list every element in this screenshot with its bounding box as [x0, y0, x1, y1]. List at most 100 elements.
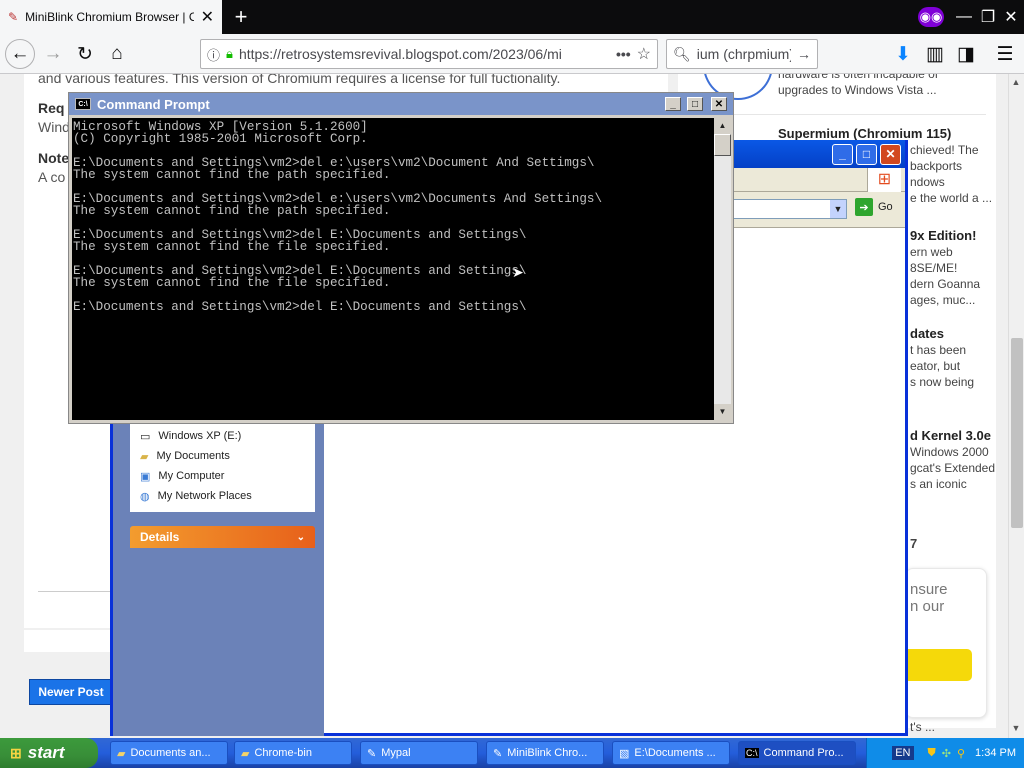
consent-text: nsure n our [910, 581, 948, 615]
sidebar-bottom-snippet: t's ... [910, 720, 935, 734]
task-my-network-places[interactable]: ◍ My Network Places [140, 486, 305, 506]
cmd-minimize-button[interactable]: _ [665, 97, 681, 111]
go-arrow-icon: ➔ [855, 198, 873, 216]
drive-icon: ▭ [140, 430, 151, 443]
explorer-maximize-button[interactable]: □ [856, 143, 877, 165]
console-line: The system cannot find the path specifie… [73, 204, 391, 218]
search-tray-icon[interactable]: ⚲ [957, 747, 965, 760]
tab-close-icon[interactable]: ✕ [201, 7, 214, 27]
snippet-line: e the world a ... [910, 191, 993, 205]
taskbar-button-label: E:\Documents ... [634, 747, 716, 759]
downloads-icon[interactable]: ⬇ [888, 39, 918, 69]
snippet-line: ndows [910, 175, 945, 189]
task-label[interactable]: My Computer [158, 470, 224, 482]
cmd-scroll-thumb[interactable] [714, 134, 731, 156]
snippet-line: dern Goanna [910, 277, 981, 291]
taskbar-button-chrome-bin[interactable]: ▰ Chrome-bin [234, 741, 352, 765]
private-browsing-icon: ◉◉ [918, 7, 944, 27]
menu-icon[interactable]: ☰ [990, 39, 1020, 69]
consent-line: nsure [910, 581, 948, 598]
miniblink-icon: ✎ [493, 747, 503, 760]
sidebar-icon[interactable]: ◨ [951, 39, 981, 69]
security-shield-icon[interactable]: ⛊ [928, 747, 936, 760]
chevron-down-icon[interactable]: ⌄ [297, 532, 305, 543]
page-actions-icon[interactable]: ••• [616, 46, 631, 62]
sidebar-post-1-title[interactable]: Supermium (Chromium 115) [778, 126, 951, 141]
newer-post-button[interactable]: Newer Post [29, 679, 113, 705]
cmd-close-button[interactable]: ✕ [711, 97, 727, 111]
taskbar-button-command-prompt[interactable]: C:\ Command Pro... [738, 741, 856, 765]
browser-tab[interactable]: ✎ MiniBlink Chromium Browser | Ope ✕ [0, 0, 222, 34]
taskbar-button-label: Mypal [381, 747, 411, 759]
scroll-down-arrow-icon[interactable]: ▼ [1008, 720, 1024, 736]
console-output[interactable]: Microsoft Windows XP [Version 5.1.2600](… [72, 118, 714, 420]
taskbar-button-documents[interactable]: ▰ Documents an... [110, 741, 228, 765]
reload-button[interactable]: ↻ [70, 39, 100, 69]
url-text[interactable]: https://retrosystemsrevival.blogspot.com… [239, 46, 610, 62]
home-button[interactable]: ⌂ [102, 39, 132, 69]
archive-icon: ▧ [619, 747, 630, 760]
sidebar-post-2-title[interactable]: 9x Edition! [910, 228, 1000, 244]
task-my-computer[interactable]: ▣ My Computer [140, 466, 305, 486]
folder-icon: ▰ [117, 747, 126, 760]
url-bar[interactable]: ⓘ 🔒︎ https://retrosystemsrevival.blogspo… [200, 39, 658, 69]
snippet-line: gcat's Extended [910, 461, 996, 475]
sidebar-post-snippet: hardware is often incapable of upgrades … [778, 74, 939, 97]
bookmark-star-icon[interactable]: ☆ [637, 44, 651, 64]
sidebar-post-3-title[interactable]: dates [910, 326, 1000, 342]
go-label: Go [878, 201, 893, 213]
browser-toolbar: ← → ↻ ⌂ ⓘ 🔒︎ https://retrosystemsrevival… [0, 34, 1024, 74]
window-restore-button[interactable]: ❐ [977, 0, 999, 34]
page-scrollbar[interactable] [1008, 74, 1024, 738]
details-panel-header[interactable]: Details ⌄ [130, 526, 315, 548]
scroll-up-arrow-icon[interactable]: ▲ [1008, 74, 1024, 90]
sidebar-count: 7 [910, 536, 918, 551]
cmd-scroll-up-icon[interactable]: ▲ [714, 118, 731, 134]
snippet-line: s now being [910, 375, 975, 389]
library-icon[interactable]: ▥ [920, 39, 950, 69]
tab-title: MiniBlink Chromium Browser | Ope [25, 10, 194, 24]
sidebar-snippets: chieved! The backports ndows e the world… [910, 142, 1000, 552]
scrollbar-thumb[interactable] [1011, 338, 1023, 528]
network-tray-icon[interactable]: ✣ [942, 747, 951, 760]
address-field[interactable]: ▼ [733, 199, 847, 219]
task-label[interactable]: My Documents [156, 450, 229, 462]
task-label[interactable]: My Network Places [158, 490, 252, 502]
task-label[interactable]: Windows XP (E:) [158, 430, 241, 442]
task-my-documents[interactable]: ▰ My Documents [140, 446, 305, 466]
go-button[interactable]: ➔ Go [855, 198, 893, 216]
taskbar-button-7zip[interactable]: ▧ E:\Documents ... [612, 741, 730, 765]
command-prompt-window: C:\ Command Prompt _ □ ✕ Microsoft Windo… [68, 92, 734, 424]
cmd-scroll-down-icon[interactable]: ▼ [714, 404, 731, 420]
cmd-titlebar[interactable]: C:\ Command Prompt _ □ ✕ [69, 93, 733, 115]
explorer-close-button[interactable]: ✕ [880, 143, 901, 165]
search-go-icon[interactable]: → [797, 46, 811, 62]
snippet-line: Windows 2000 [910, 445, 989, 459]
new-tab-button[interactable]: + [230, 4, 252, 30]
sidebar-post-4-title[interactable]: d Kernel 3.0e [910, 428, 1000, 444]
cmd-scrollbar[interactable]: ▲ ▼ [714, 118, 731, 420]
windows-flag-icon: ⊞ [10, 744, 22, 761]
address-dropdown-icon[interactable]: ▼ [830, 200, 846, 218]
folder-icon: ▰ [140, 450, 149, 463]
info-icon[interactable]: ⓘ [207, 45, 220, 64]
language-indicator[interactable]: EN [892, 746, 914, 760]
window-minimize-button[interactable]: — [953, 0, 975, 34]
forward-button[interactable]: → [38, 39, 68, 69]
clock: 1:34 PM [975, 747, 1016, 759]
details-label: Details [140, 530, 180, 544]
console-line: The system cannot find the path specifie… [73, 168, 391, 182]
snippet-line: chieved! The [910, 143, 979, 157]
start-button[interactable]: ⊞ start [0, 738, 98, 768]
consent-accept-button[interactable] [906, 649, 972, 681]
window-close-button[interactable]: ✕ [1000, 0, 1022, 34]
taskbar-button-mypal[interactable]: ✎ Mypal [360, 741, 478, 765]
task-windows-xp-drive[interactable]: ▭ Windows XP (E:) [140, 426, 305, 446]
taskbar-button-miniblink[interactable]: ✎ MiniBlink Chro... [486, 741, 604, 765]
search-bar[interactable]: 🔍︎ ium (chrpmium) → [666, 39, 818, 69]
back-button[interactable]: ← [5, 39, 35, 69]
cmd-maximize-button[interactable]: □ [687, 97, 703, 111]
sidebar-separator [700, 114, 986, 115]
search-input[interactable]: ium (chrpmium) [697, 46, 791, 62]
explorer-minimize-button[interactable]: _ [832, 143, 853, 165]
